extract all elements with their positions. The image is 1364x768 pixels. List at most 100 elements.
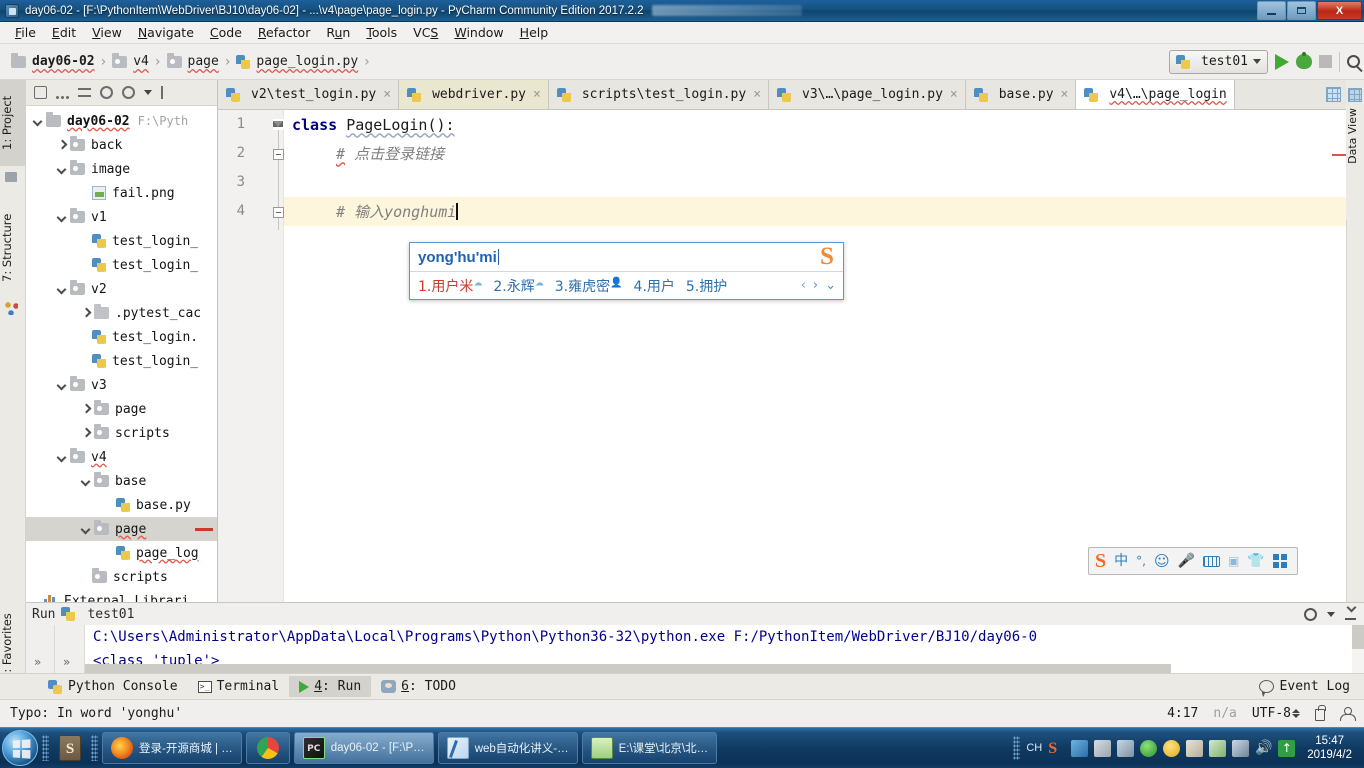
editor-tab[interactable]: webdriver.py × (399, 80, 549, 109)
app3-icon[interactable] (1117, 739, 1135, 757)
menu-edit[interactable]: Edit (45, 23, 83, 42)
tree-row[interactable]: .pytest_cac (26, 301, 217, 325)
code-editor[interactable]: 1 2 3 4 class PageLogin(): # 点击登录链接 # 输入… (218, 110, 1346, 610)
sogou-logo-icon[interactable]: S (1095, 550, 1106, 573)
update-icon[interactable]: ↑ (1278, 739, 1296, 757)
tree-row[interactable]: fail.png (26, 181, 217, 205)
expand-toolbar-icon-2[interactable]: » (63, 655, 70, 669)
ime-candidate-popup[interactable]: yong'hu'mi S 1.用户米☁ 2.永辉☁ 3.雍虎密👤 4.用户 5.拥护 ‹… (409, 242, 844, 300)
run-config-name[interactable]: test01 (87, 607, 134, 622)
ime-pinyin-input[interactable]: yong'hu'mi (410, 243, 843, 272)
tree-row[interactable]: v4 (26, 445, 217, 469)
breadcrumb-item-page[interactable]: page (164, 52, 222, 71)
app4-icon[interactable] (1140, 739, 1158, 757)
settings-gear-icon[interactable] (122, 86, 135, 99)
run-vertical-scrollbar[interactable] (1352, 625, 1364, 673)
fold-toggle-icon[interactable] (273, 149, 284, 160)
chevron-down-icon[interactable] (32, 115, 44, 127)
tree-row[interactable]: image (26, 157, 217, 181)
volume-icon[interactable]: 🔊 (1255, 740, 1272, 757)
tree-row[interactable]: page (26, 517, 217, 541)
expand-toolbar-icon[interactable]: » (34, 655, 41, 669)
tree-row[interactable]: test_login_ (26, 349, 217, 373)
app5-icon[interactable] (1163, 739, 1181, 757)
code-lines[interactable]: class PageLogin(): # 点击登录链接 # 输入yonghumi (284, 110, 1346, 226)
hide-panel-icon[interactable] (161, 86, 169, 99)
chevron-right-icon[interactable] (80, 307, 92, 319)
close-tab-icon[interactable]: × (533, 87, 541, 102)
network-icon[interactable] (1232, 739, 1250, 757)
mic-icon[interactable]: 🎤 (1178, 554, 1195, 568)
data-view-tab[interactable]: Data View (1346, 80, 1364, 220)
tree-row[interactable]: v3 (26, 373, 217, 397)
menu-tools[interactable]: Tools (359, 23, 404, 42)
taskbar-item-editor[interactable]: web自动化讲义-… (437, 732, 578, 764)
breadcrumb-item-file[interactable]: page_login.py (233, 52, 361, 71)
tool-button-python-console[interactable]: Python Console (38, 676, 188, 697)
ime-candidate[interactable]: 5.拥护 (686, 276, 727, 296)
menu-code[interactable]: Code (203, 23, 249, 42)
close-tab-icon[interactable]: × (753, 87, 761, 102)
screenshot-icon[interactable]: ▣ (1228, 555, 1239, 567)
run-button[interactable] (1275, 53, 1289, 70)
tree-row[interactable]: test_login. (26, 325, 217, 349)
tree-row[interactable]: scripts (26, 565, 217, 589)
editor-tab[interactable]: base.py × (965, 80, 1077, 109)
ime-mode-icon[interactable]: 中 (1114, 554, 1128, 568)
taskbar-item-firefox[interactable]: 登录-开源商城 | … (102, 732, 242, 764)
menu-refactor[interactable]: Refactor (251, 23, 317, 42)
caret-position[interactable]: 4:17 (1167, 706, 1198, 721)
chevron-down-icon[interactable] (1327, 611, 1335, 617)
encoding-selector[interactable]: UTF-8 (1252, 706, 1300, 721)
tree-row[interactable]: page_log (26, 541, 217, 565)
close-tab-icon[interactable]: × (1061, 87, 1069, 102)
chevron-down-icon[interactable] (56, 379, 68, 391)
keyboard-icon[interactable] (1203, 555, 1221, 567)
menu-file[interactable]: File (8, 23, 43, 42)
menu-vcs[interactable]: VCS (406, 23, 445, 42)
taskbar-item-notepad[interactable]: E:\课堂\北京\北… (581, 732, 718, 764)
sidebar-tab-project[interactable]: 1: Project (0, 80, 26, 166)
tree-row[interactable]: v1 (26, 205, 217, 229)
code-line-2[interactable]: # 点击登录链接 (284, 139, 1346, 168)
line-separator[interactable]: n/a (1213, 706, 1236, 721)
tool-button-run[interactable]: 4: Run (289, 676, 372, 697)
chevron-down-icon[interactable] (56, 451, 68, 463)
tool-button-terminal[interactable]: >_ Terminal (188, 676, 290, 697)
data-view-grid-icon[interactable] (1326, 87, 1341, 102)
chevron-down-icon[interactable] (56, 163, 68, 175)
skin-icon[interactable]: 👕 (1247, 554, 1264, 568)
chevron-right-icon[interactable] (80, 427, 92, 439)
taskbar-item-pycharm[interactable]: PC day06-02 - [F:\P… (293, 732, 434, 764)
breadcrumb-item-project[interactable]: day06-02 (8, 52, 98, 71)
ime-candidate[interactable]: 3.雍虎密👤 (555, 276, 623, 296)
minimize-button[interactable] (1257, 1, 1286, 20)
close-tab-icon[interactable]: × (950, 87, 958, 102)
error-stripe-mark[interactable] (1332, 154, 1346, 156)
app6-icon[interactable] (1186, 739, 1204, 757)
code-line-3[interactable] (284, 168, 1346, 197)
punctuation-mode-icon[interactable]: °, (1136, 555, 1146, 567)
app7-icon[interactable] (1209, 739, 1227, 757)
chevron-down-icon[interactable] (80, 523, 92, 535)
ime-prev-page-icon[interactable]: ‹ (801, 278, 806, 293)
editor-tab[interactable]: scripts\test_login.py × (548, 80, 770, 109)
sogou-ime-toolbar[interactable]: S 中 °, ☺ 🎤 ▣ 👕 (1088, 547, 1298, 575)
chevron-right-icon[interactable] (80, 403, 92, 415)
inspection-icon[interactable] (1340, 707, 1356, 721)
editor-tab[interactable]: v2\test_login.py × (218, 80, 400, 109)
tool-button-todo[interactable]: 6: TODO (371, 676, 466, 697)
close-tab-icon[interactable]: × (383, 87, 391, 102)
ime-next-page-icon[interactable]: › (813, 278, 818, 293)
chevron-down-icon[interactable] (144, 90, 152, 95)
debug-button[interactable] (1296, 52, 1312, 69)
maximize-button[interactable] (1287, 1, 1316, 20)
tree-row[interactable]: test_login_ (26, 253, 217, 277)
tree-row[interactable]: scripts (26, 421, 217, 445)
code-line-4[interactable]: # 输入yonghumi (284, 197, 1346, 226)
ime-language-indicator[interactable]: CH (1026, 742, 1042, 754)
search-icon[interactable] (1347, 55, 1360, 68)
run-horizontal-scrollbar[interactable] (85, 664, 1171, 673)
target-icon[interactable] (100, 86, 113, 99)
gear-icon[interactable] (1304, 607, 1317, 621)
